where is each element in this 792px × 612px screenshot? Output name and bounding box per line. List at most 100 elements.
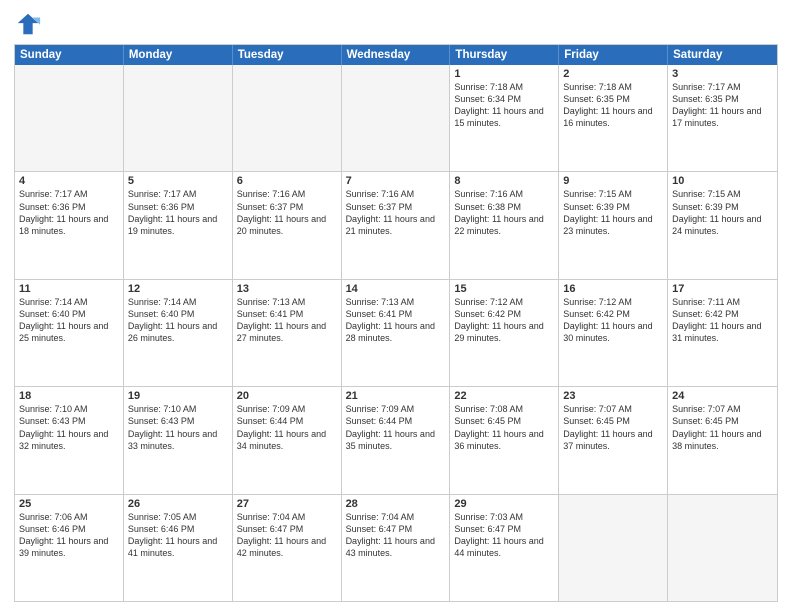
calendar-week-1: 1Sunrise: 7:18 AM Sunset: 6:34 PM Daylig… [15,65,777,172]
cell-info: Sunrise: 7:14 AM Sunset: 6:40 PM Dayligh… [128,296,228,345]
day-number: 23 [563,390,663,402]
calendar-header-tuesday: Tuesday [233,45,342,65]
cell-info: Sunrise: 7:05 AM Sunset: 6:46 PM Dayligh… [128,511,228,560]
calendar-cell-w2-d2: 5Sunrise: 7:17 AM Sunset: 6:36 PM Daylig… [124,172,233,278]
cell-info: Sunrise: 7:15 AM Sunset: 6:39 PM Dayligh… [672,188,773,237]
cell-info: Sunrise: 7:07 AM Sunset: 6:45 PM Dayligh… [672,403,773,452]
day-number: 26 [128,498,228,510]
cell-info: Sunrise: 7:03 AM Sunset: 6:47 PM Dayligh… [454,511,554,560]
cell-info: Sunrise: 7:18 AM Sunset: 6:34 PM Dayligh… [454,81,554,130]
header [14,10,778,38]
calendar-cell-w2-d1: 4Sunrise: 7:17 AM Sunset: 6:36 PM Daylig… [15,172,124,278]
cell-info: Sunrise: 7:06 AM Sunset: 6:46 PM Dayligh… [19,511,119,560]
calendar-header-thursday: Thursday [450,45,559,65]
cell-info: Sunrise: 7:04 AM Sunset: 6:47 PM Dayligh… [346,511,446,560]
cell-info: Sunrise: 7:17 AM Sunset: 6:35 PM Dayligh… [672,81,773,130]
cell-info: Sunrise: 7:08 AM Sunset: 6:45 PM Dayligh… [454,403,554,452]
day-number: 10 [672,175,773,187]
calendar: SundayMondayTuesdayWednesdayThursdayFrid… [14,44,778,602]
calendar-cell-w3-d4: 14Sunrise: 7:13 AM Sunset: 6:41 PM Dayli… [342,280,451,386]
calendar-cell-w5-d4: 28Sunrise: 7:04 AM Sunset: 6:47 PM Dayli… [342,495,451,601]
day-number: 12 [128,283,228,295]
cell-info: Sunrise: 7:17 AM Sunset: 6:36 PM Dayligh… [128,188,228,237]
calendar-cell-w5-d1: 25Sunrise: 7:06 AM Sunset: 6:46 PM Dayli… [15,495,124,601]
day-number: 20 [237,390,337,402]
day-number: 18 [19,390,119,402]
calendar-week-3: 11Sunrise: 7:14 AM Sunset: 6:40 PM Dayli… [15,280,777,387]
day-number: 21 [346,390,446,402]
day-number: 7 [346,175,446,187]
day-number: 29 [454,498,554,510]
day-number: 4 [19,175,119,187]
cell-info: Sunrise: 7:16 AM Sunset: 6:38 PM Dayligh… [454,188,554,237]
cell-info: Sunrise: 7:14 AM Sunset: 6:40 PM Dayligh… [19,296,119,345]
calendar-cell-w1-d2 [124,65,233,171]
day-number: 6 [237,175,337,187]
cell-info: Sunrise: 7:09 AM Sunset: 6:44 PM Dayligh… [237,403,337,452]
day-number: 3 [672,68,773,80]
day-number: 16 [563,283,663,295]
calendar-cell-w4-d3: 20Sunrise: 7:09 AM Sunset: 6:44 PM Dayli… [233,387,342,493]
day-number: 25 [19,498,119,510]
day-number: 14 [346,283,446,295]
day-number: 5 [128,175,228,187]
logo-icon [14,10,42,38]
cell-info: Sunrise: 7:18 AM Sunset: 6:35 PM Dayligh… [563,81,663,130]
calendar-header-row: SundayMondayTuesdayWednesdayThursdayFrid… [15,45,777,65]
cell-info: Sunrise: 7:10 AM Sunset: 6:43 PM Dayligh… [128,403,228,452]
cell-info: Sunrise: 7:04 AM Sunset: 6:47 PM Dayligh… [237,511,337,560]
calendar-cell-w3-d6: 16Sunrise: 7:12 AM Sunset: 6:42 PM Dayli… [559,280,668,386]
calendar-header-sunday: Sunday [15,45,124,65]
calendar-cell-w5-d7 [668,495,777,601]
calendar-cell-w5-d3: 27Sunrise: 7:04 AM Sunset: 6:47 PM Dayli… [233,495,342,601]
calendar-cell-w3-d2: 12Sunrise: 7:14 AM Sunset: 6:40 PM Dayli… [124,280,233,386]
calendar-body: 1Sunrise: 7:18 AM Sunset: 6:34 PM Daylig… [15,65,777,601]
cell-info: Sunrise: 7:16 AM Sunset: 6:37 PM Dayligh… [237,188,337,237]
day-number: 11 [19,283,119,295]
cell-info: Sunrise: 7:12 AM Sunset: 6:42 PM Dayligh… [454,296,554,345]
calendar-cell-w1-d3 [233,65,342,171]
calendar-cell-w4-d2: 19Sunrise: 7:10 AM Sunset: 6:43 PM Dayli… [124,387,233,493]
calendar-cell-w3-d3: 13Sunrise: 7:13 AM Sunset: 6:41 PM Dayli… [233,280,342,386]
cell-info: Sunrise: 7:11 AM Sunset: 6:42 PM Dayligh… [672,296,773,345]
cell-info: Sunrise: 7:09 AM Sunset: 6:44 PM Dayligh… [346,403,446,452]
calendar-cell-w3-d7: 17Sunrise: 7:11 AM Sunset: 6:42 PM Dayli… [668,280,777,386]
cell-info: Sunrise: 7:13 AM Sunset: 6:41 PM Dayligh… [346,296,446,345]
day-number: 22 [454,390,554,402]
day-number: 27 [237,498,337,510]
cell-info: Sunrise: 7:12 AM Sunset: 6:42 PM Dayligh… [563,296,663,345]
page: SundayMondayTuesdayWednesdayThursdayFrid… [0,0,792,612]
cell-info: Sunrise: 7:10 AM Sunset: 6:43 PM Dayligh… [19,403,119,452]
day-number: 8 [454,175,554,187]
calendar-cell-w2-d7: 10Sunrise: 7:15 AM Sunset: 6:39 PM Dayli… [668,172,777,278]
calendar-cell-w2-d3: 6Sunrise: 7:16 AM Sunset: 6:37 PM Daylig… [233,172,342,278]
calendar-cell-w1-d7: 3Sunrise: 7:17 AM Sunset: 6:35 PM Daylig… [668,65,777,171]
calendar-cell-w2-d5: 8Sunrise: 7:16 AM Sunset: 6:38 PM Daylig… [450,172,559,278]
calendar-cell-w2-d4: 7Sunrise: 7:16 AM Sunset: 6:37 PM Daylig… [342,172,451,278]
day-number: 17 [672,283,773,295]
calendar-cell-w1-d6: 2Sunrise: 7:18 AM Sunset: 6:35 PM Daylig… [559,65,668,171]
calendar-cell-w3-d1: 11Sunrise: 7:14 AM Sunset: 6:40 PM Dayli… [15,280,124,386]
calendar-cell-w3-d5: 15Sunrise: 7:12 AM Sunset: 6:42 PM Dayli… [450,280,559,386]
day-number: 1 [454,68,554,80]
calendar-cell-w5-d2: 26Sunrise: 7:05 AM Sunset: 6:46 PM Dayli… [124,495,233,601]
calendar-cell-w1-d5: 1Sunrise: 7:18 AM Sunset: 6:34 PM Daylig… [450,65,559,171]
cell-info: Sunrise: 7:17 AM Sunset: 6:36 PM Dayligh… [19,188,119,237]
calendar-header-friday: Friday [559,45,668,65]
calendar-week-2: 4Sunrise: 7:17 AM Sunset: 6:36 PM Daylig… [15,172,777,279]
day-number: 19 [128,390,228,402]
day-number: 9 [563,175,663,187]
calendar-header-wednesday: Wednesday [342,45,451,65]
day-number: 28 [346,498,446,510]
logo [14,10,46,38]
calendar-week-4: 18Sunrise: 7:10 AM Sunset: 6:43 PM Dayli… [15,387,777,494]
cell-info: Sunrise: 7:16 AM Sunset: 6:37 PM Dayligh… [346,188,446,237]
calendar-cell-w4-d1: 18Sunrise: 7:10 AM Sunset: 6:43 PM Dayli… [15,387,124,493]
calendar-cell-w4-d7: 24Sunrise: 7:07 AM Sunset: 6:45 PM Dayli… [668,387,777,493]
calendar-cell-w4-d5: 22Sunrise: 7:08 AM Sunset: 6:45 PM Dayli… [450,387,559,493]
calendar-cell-w1-d4 [342,65,451,171]
cell-info: Sunrise: 7:15 AM Sunset: 6:39 PM Dayligh… [563,188,663,237]
calendar-header-monday: Monday [124,45,233,65]
calendar-cell-w5-d5: 29Sunrise: 7:03 AM Sunset: 6:47 PM Dayli… [450,495,559,601]
calendar-cell-w4-d6: 23Sunrise: 7:07 AM Sunset: 6:45 PM Dayli… [559,387,668,493]
